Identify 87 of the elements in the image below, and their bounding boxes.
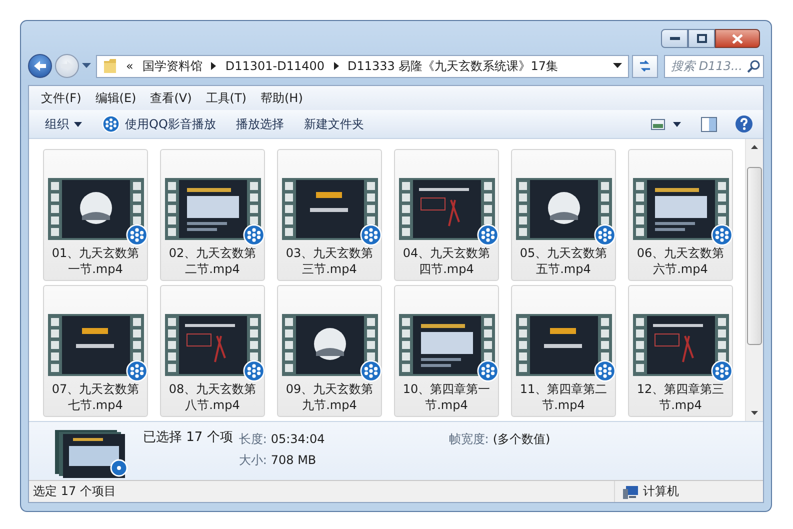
scroll-down-icon[interactable] [751,411,758,415]
scrollbar-thumb[interactable] [747,167,762,345]
selection-summary: 已选择 17 个项 [143,429,233,446]
file-tile[interactable]: 09、九天玄数第九节.mp4 [277,285,382,417]
file-tile[interactable]: 04、九天玄数第四节.mp4 [394,149,499,281]
file-tile[interactable]: 12、第四章第三节.mp4 [628,285,733,417]
film-reel-icon [594,360,616,382]
close-button[interactable] [715,29,760,48]
view-options-button[interactable] [651,118,681,130]
detail-value: 05:34:04 [270,432,325,446]
file-name: 01、九天玄数第一节.mp4 [50,245,140,277]
film-reel-icon [710,224,732,246]
file-tile[interactable]: 10、第四章第一节.mp4 [394,285,499,417]
back-button[interactable] [28,54,52,78]
file-tile[interactable]: 06、九天玄数第六节.mp4 [628,149,733,281]
overflow-chevron[interactable]: « [126,59,134,73]
scrollbar[interactable] [745,139,763,421]
toolbar-button[interactable]: 新建文件夹 [296,112,372,136]
menu-item[interactable]: 编辑(E) [89,88,142,108]
menu-item[interactable]: 查看(V) [144,88,198,108]
detail-label: 帧宽度: [448,431,489,448]
chevron-icon[interactable] [211,62,216,70]
file-name: 03、九天玄数第三节.mp4 [284,245,374,277]
status-text: 选定 17 个项目 [33,483,116,500]
menu-item[interactable]: 工具(T) [200,88,252,108]
film-reel-icon [126,224,148,246]
file-name: 02、九天玄数第二节.mp4 [168,245,258,277]
close-icon [732,34,743,44]
folder-icon [103,58,117,74]
file-tile[interactable]: 11、第四章第二节.mp4 [511,285,616,417]
search-field[interactable]: 搜索 D113... [664,54,764,78]
chevron-icon[interactable] [334,62,339,70]
film-reel-icon [710,360,732,382]
detail-label: 长度: [238,431,267,448]
file-tile[interactable]: 02、九天玄数第二节.mp4 [160,149,265,281]
address-bar[interactable]: « 国学资料馆 D11301-D11400 D11333 易隆《九天玄数系统课》17集 [96,54,629,78]
maximize-icon [696,34,706,43]
file-name: 06、九天玄数第六节.mp4 [636,245,726,277]
film-reel-icon [102,115,120,133]
minimize-button[interactable] [661,29,688,48]
file-name: 07、九天玄数第七节.mp4 [50,381,140,413]
preview-pane-icon[interactable] [701,116,717,132]
film-reel-icon [126,360,148,382]
location-label: 计算机 [643,483,679,500]
maximize-button[interactable] [688,29,715,48]
menu-item[interactable]: 文件(F) [35,88,88,108]
file-name: 09、九天玄数第九节.mp4 [284,381,374,413]
dropdown-arrow-icon[interactable] [613,63,622,69]
breadcrumb[interactable]: 国学资料馆 [142,58,202,74]
detail-label: 大小: [238,452,267,469]
detail-value: 708 MB [270,453,318,467]
toolbar-button[interactable]: 播放选择 [228,112,292,136]
film-reel-icon [360,360,382,382]
view-icon [651,118,665,130]
back-arrow-icon [33,60,47,72]
toolbar-button[interactable]: 组织 [37,112,90,136]
film-reel-icon [476,360,498,382]
file-name: 10、第四章第一节.mp4 [402,381,492,413]
file-name: 04、九天玄数第四节.mp4 [402,245,492,277]
film-reel-icon [242,224,264,246]
help-icon[interactable] [735,115,753,133]
film-reel-icon [476,224,498,246]
refresh-icon [638,60,652,72]
refresh-button[interactable] [632,54,658,78]
search-icon [747,60,760,72]
computer-icon [623,484,639,498]
menu-item[interactable]: 帮助(H) [254,88,309,108]
file-name: 12、第四章第三节.mp4 [636,381,726,413]
dropdown-arrow-icon [673,122,681,126]
file-tile[interactable]: 05、九天玄数第五节.mp4 [511,149,616,281]
detail-value: (多个数值) [492,431,550,448]
toolbar-button[interactable]: 使用QQ影音播放 [94,112,224,136]
film-reel-icon [360,224,382,246]
file-tile[interactable]: 03、九天玄数第三节.mp4 [277,149,382,281]
dropdown-arrow-icon [74,122,82,126]
file-tile[interactable]: 07、九天玄数第七节.mp4 [43,285,148,417]
minimize-icon [670,36,680,40]
film-reel-icon [594,224,616,246]
scroll-up-icon[interactable] [751,145,758,149]
breadcrumb[interactable]: D11333 易隆《九天玄数系统课》17集 [348,58,558,74]
breadcrumb[interactable]: D11301-D11400 [225,59,325,73]
file-name: 08、九天玄数第八节.mp4 [168,381,258,413]
file-tile[interactable]: 08、九天玄数第八节.mp4 [160,285,265,417]
file-name: 05、九天玄数第五节.mp4 [518,245,608,277]
film-reel-icon [242,360,264,382]
file-name: 11、第四章第二节.mp4 [518,381,608,413]
file-tile[interactable]: 01、九天玄数第一节.mp4 [43,149,148,281]
